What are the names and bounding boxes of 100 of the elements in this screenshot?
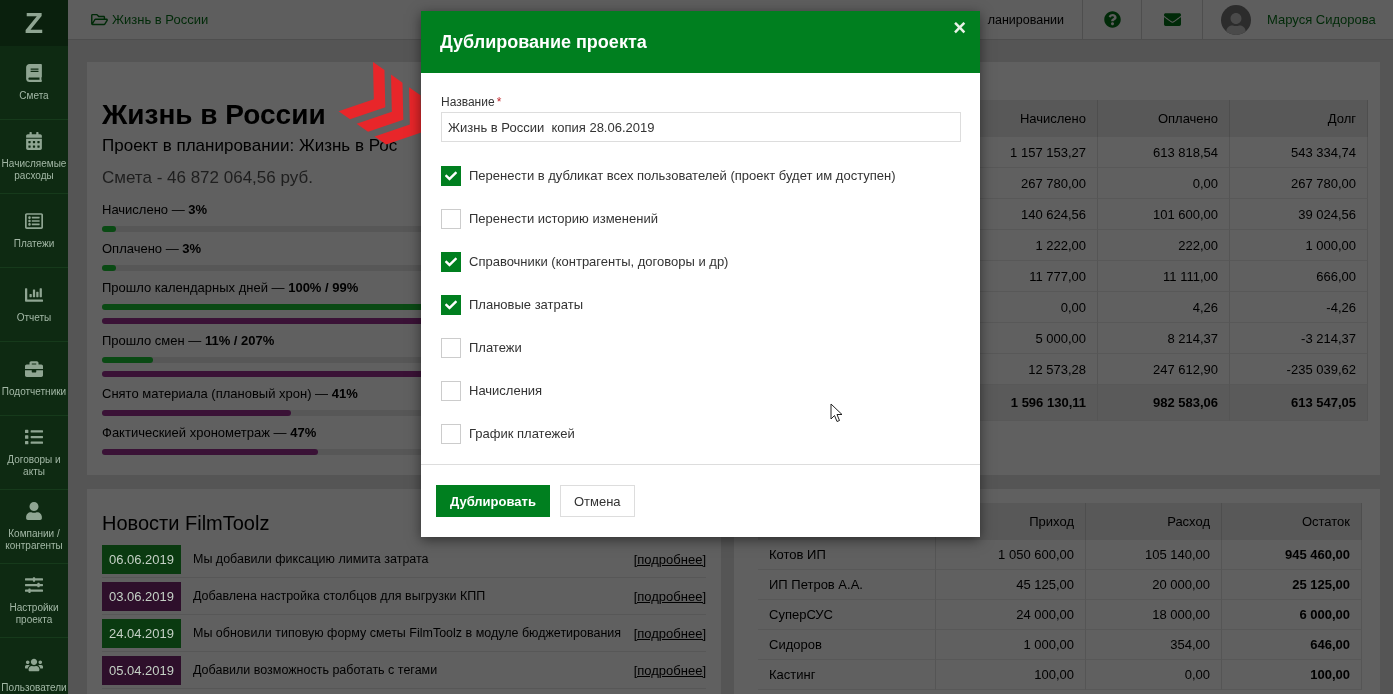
project-status-text: ланировании [987,12,1064,27]
date-badge: 24.04.2019 [102,618,181,648]
table-cell: 100,00 [936,660,1086,690]
table-cell: 267 780,00 [1230,168,1368,199]
help-icon[interactable] [1103,11,1121,28]
table-cell: 6 000,00 [1222,600,1362,630]
column-header: Оплачено [1098,100,1230,137]
progress-label: Начислено — 3% [102,202,208,218]
briefcase-icon [25,359,43,378]
table-cell: 45 125,00 [936,570,1086,600]
sidebar-item[interactable]: Компании / контрагенты [0,490,68,564]
column-header: Остаток [1222,503,1362,540]
table-cell: ИП Петров А.А. [758,570,936,600]
table-cell: 105 140,00 [1086,540,1222,570]
table-cell: 666,00 [1230,261,1368,292]
progress-label: Прошло смен — 11% / 207% [102,333,275,349]
checkbox-label[interactable]: Справочники (контрагенты, договоры и др) [469,254,729,269]
dialog-title: Дублирование проекта [440,31,647,53]
news-text: Добавлена настройка столбцов для выгрузки КПП [193,589,487,603]
sidebar-item[interactable]: Платежи [0,194,68,268]
check-icon [445,298,457,311]
duplicate-button[interactable]: Дублировать [436,485,550,517]
table-cell: 222,00 [1098,230,1230,261]
checkbox[interactable] [441,165,461,186]
avatar-icon[interactable] [1221,4,1251,35]
checkbox-label[interactable]: Платежи [469,340,522,355]
table-cell: СуперСУС [758,600,936,630]
column-header: Долг [1230,100,1368,137]
budget-total: Смета - 46 872 064,56 руб. [102,168,313,188]
calendar-icon [25,131,43,150]
table-cell: Котов ИП [758,540,936,570]
table-cell: -3 214,37 [1230,323,1368,354]
date-badge: 05.04.2019 [102,655,181,685]
user-icon [25,501,43,520]
close-button[interactable]: × [951,17,968,39]
name-input[interactable]: Жизнь в России копия 28.06.2019 [441,112,961,142]
sidebar-item[interactable]: Отчеты [0,268,68,342]
column-header: Расход [1086,503,1222,540]
progress-label: Оплачено — 3% [102,241,202,257]
checkbox-label[interactable]: Перенести в дубликат всех пользователей (проект будет им доступен) [469,168,896,183]
sidebar-item[interactable]: Подотчетники [0,342,68,416]
list-icon [25,427,43,446]
progress-label: Снято материала (плановый хрон) — 41% [102,386,358,402]
checkbox-label[interactable]: График платежей [469,426,575,441]
mail-icon[interactable] [1163,11,1181,28]
sidebar-item[interactable]: Договоры и акты [0,416,68,490]
table-cell: 354,00 [1086,630,1222,660]
sidebar-item[interactable]: Настройки проекта [0,564,68,638]
progress-label: Прошло календарных дней — 100% / 99% [102,280,359,296]
news-text: Добавили возможность работать с тегами [193,663,439,677]
checkbox[interactable] [441,294,461,315]
logo[interactable]: Z [0,0,68,46]
table-cell: 0,00 [1086,660,1222,690]
checkbox-label[interactable]: Плановые затраты [469,297,583,312]
table-cell: 945 460,00 [1222,540,1362,570]
date-badge: 06.06.2019 [102,544,181,574]
news-title: Новости FilmToolz [102,511,270,535]
project-title: Жизнь в России [102,98,326,132]
table-cell: 0,00 [1098,168,1230,199]
sidebar-item[interactable]: Пользователи [0,638,68,694]
table-cell: 646,00 [1222,630,1362,660]
sidebar-item[interactable]: Смета [0,46,68,120]
table-cell: 1 000,00 [936,630,1086,660]
table-cell: 1 000,00 [1230,230,1368,261]
date-badge: 03.06.2019 [102,581,181,611]
table-cell: -4,26 [1230,292,1368,323]
checkbox[interactable] [441,251,461,272]
table-cell: 20 000,00 [1086,570,1222,600]
sidebar-item[interactable]: Начисляемые расходы [0,120,68,194]
table-cell: 1 050 600,00 [936,540,1086,570]
table-cell: 24 000,00 [936,600,1086,630]
cancel-button[interactable]: Отмена [559,485,635,517]
check-icon [445,169,457,182]
table-cell: 100,00 [1222,660,1362,690]
table-cell: 543 334,74 [1230,137,1368,168]
checkbox-label[interactable]: Перенести историю изменений [469,211,658,226]
total-cell: 982 583,06 [1098,385,1230,421]
table-cell: Кастинг [758,660,936,690]
project-subtitle: Проект в планировании: Жизнь в Рос [102,136,398,156]
table-cell: 18 000,00 [1086,600,1222,630]
cursor-icon [830,403,843,423]
table-cell: 613 818,54 [1098,137,1230,168]
table-cell: 39 024,56 [1230,199,1368,230]
table-cell: 4,26 [1098,292,1230,323]
book-icon [25,63,43,82]
list-card-icon [25,211,43,230]
table-cell: 25 125,00 [1222,570,1362,600]
field-label: Название * [441,95,502,109]
bar-chart-icon [25,285,43,304]
folder-icon [91,12,108,27]
progress-label: Фактическией хронометраж — 47% [102,425,317,441]
table-cell: 11 111,00 [1098,261,1230,292]
news-text: Мы добавили фиксацию лимита затрата [193,552,430,566]
table-cell: Сидоров [758,630,936,660]
checkbox-label[interactable]: Начисления [469,383,543,398]
sliders-icon [25,575,43,594]
table-cell: 8 214,37 [1098,323,1230,354]
news-text: Мы обновили типовую форму сметы FilmToolz в модуле бюджетирования [193,626,622,640]
check-icon [445,255,457,268]
table-cell: 101 600,00 [1098,199,1230,230]
